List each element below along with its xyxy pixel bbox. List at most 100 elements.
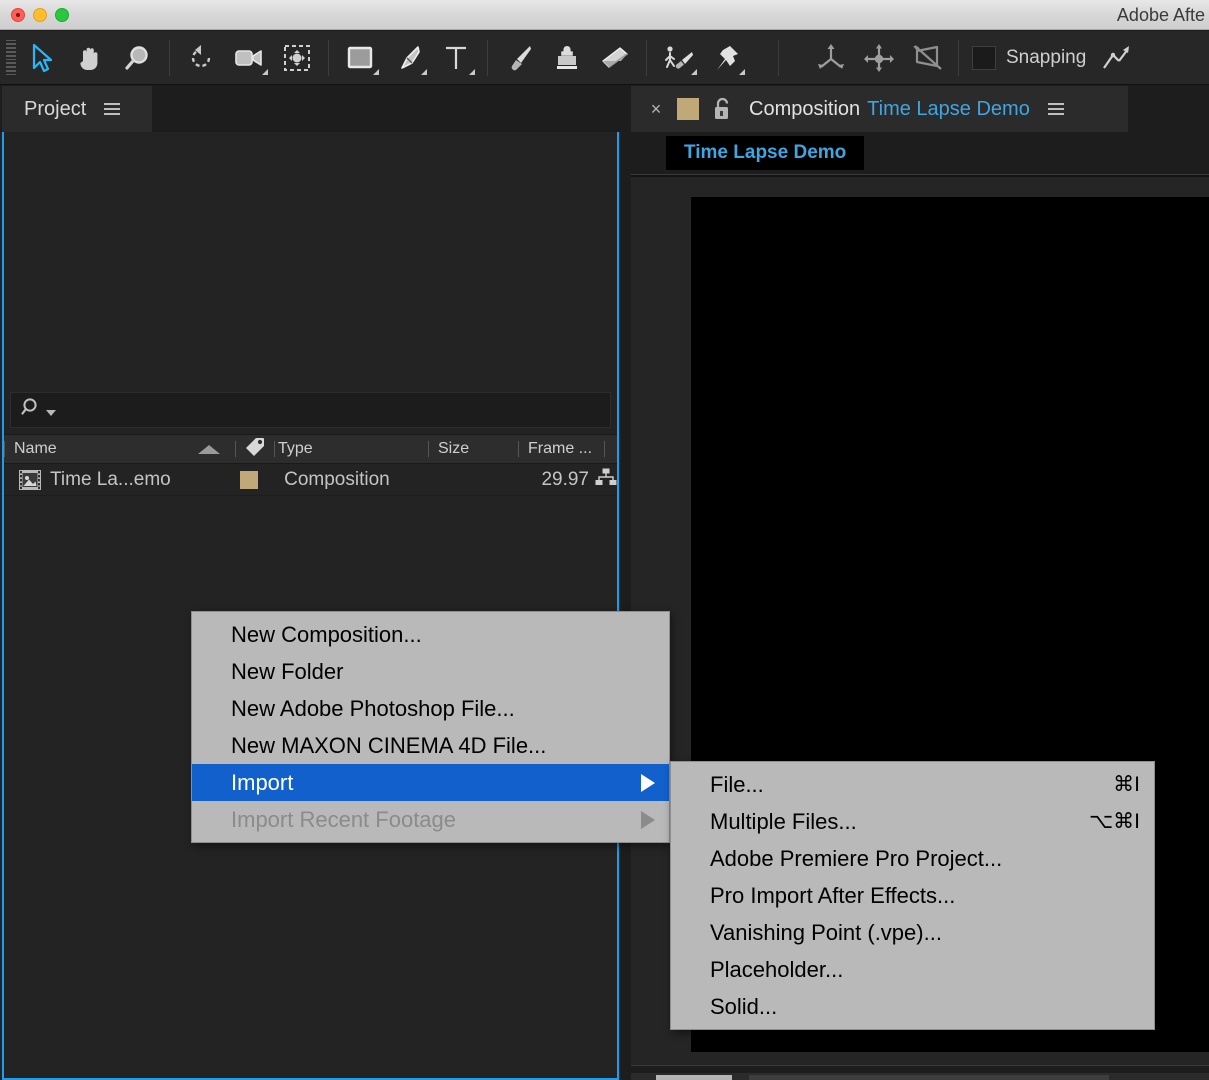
project-item-type: Composition bbox=[284, 468, 390, 490]
menu-item-label: Import Recent Footage bbox=[231, 806, 457, 832]
composition-label-swatch bbox=[677, 98, 699, 120]
magnification-control[interactable] bbox=[656, 1075, 732, 1080]
toolbar-divider bbox=[169, 39, 170, 76]
column-header-frame-rate-label: Frame ... bbox=[528, 440, 593, 457]
project-preview-area bbox=[4, 132, 617, 388]
toolbar-group-roto bbox=[654, 31, 750, 85]
unified-camera-tool[interactable] bbox=[807, 36, 855, 80]
tab-project[interactable]: Project bbox=[2, 86, 152, 132]
eraser-tool[interactable] bbox=[591, 36, 639, 80]
menu-item-new-cinema4d-file[interactable]: New MAXON CINEMA 4D File... bbox=[192, 727, 669, 764]
tool-flyout-corner-icon bbox=[691, 68, 697, 75]
breadcrumb[interactable]: Time Lapse Demo bbox=[666, 136, 865, 170]
submenu-arrow-icon bbox=[641, 773, 655, 792]
toolbar-divider bbox=[958, 39, 959, 76]
menu-item-new-composition[interactable]: New Composition... bbox=[192, 616, 669, 653]
sort-ascending-icon[interactable] bbox=[198, 444, 220, 454]
panel-menu-icon[interactable] bbox=[104, 103, 121, 115]
pen-tool[interactable] bbox=[384, 36, 432, 80]
project-item-frame-rate-value: 29.97 bbox=[541, 468, 589, 490]
menu-item-new-folder[interactable]: New Folder bbox=[192, 653, 669, 690]
column-header-type[interactable]: Type bbox=[278, 434, 428, 464]
menu-item-new-photoshop-file[interactable]: New Adobe Photoshop File... bbox=[192, 690, 669, 727]
window-titlebar: Adobe Afte bbox=[0, 0, 1209, 30]
toolbar-group-paint bbox=[495, 31, 639, 85]
project-item-row[interactable]: Time La...emo Composition 29.97 bbox=[4, 464, 617, 496]
menu-item-label: Pro Import After Effects... bbox=[710, 882, 956, 908]
puppet-pin-tool[interactable] bbox=[702, 36, 750, 80]
snap-magnet-icon[interactable] bbox=[1092, 36, 1140, 80]
menu-item-label: Import bbox=[231, 769, 294, 795]
toolbar-group-camera3d bbox=[807, 31, 951, 85]
toolbar-group-transform bbox=[177, 31, 321, 85]
composition-footer-toolbar bbox=[631, 1065, 1209, 1080]
column-header-size[interactable]: Size bbox=[428, 434, 518, 464]
type-tool[interactable] bbox=[432, 36, 480, 80]
menu-item-pro-import-after-effects[interactable]: Pro Import After Effects... bbox=[671, 877, 1154, 914]
menu-item-label: Placeholder... bbox=[710, 956, 844, 982]
column-header-name[interactable]: Name bbox=[4, 434, 232, 464]
composition-tab-title: Composition Time Lapse Demo bbox=[749, 98, 1030, 121]
pan-behind-tool[interactable] bbox=[273, 36, 321, 80]
composition-tabbar: × Composition Time Lapse Demo bbox=[631, 86, 1209, 132]
snapping-checkbox[interactable] bbox=[972, 45, 996, 70]
project-context-menu: New Composition... New Folder New Adobe … bbox=[191, 611, 670, 843]
menu-item-label: Vanishing Point (.vpe)... bbox=[710, 919, 942, 945]
project-item-frame-rate: 29.97 bbox=[522, 468, 617, 492]
toolbar-group-navigation bbox=[18, 31, 162, 85]
project-item-label-swatch[interactable] bbox=[240, 470, 259, 489]
panel-menu-icon[interactable] bbox=[1047, 103, 1064, 115]
close-icon[interactable]: × bbox=[649, 100, 663, 118]
selection-tool[interactable] bbox=[18, 36, 66, 80]
tab-project-label: Project bbox=[24, 97, 87, 120]
search-input[interactable] bbox=[10, 392, 611, 428]
menu-item-label: Multiple Files... bbox=[710, 808, 857, 834]
menu-item-import-recent-footage: Import Recent Footage bbox=[192, 801, 669, 838]
minimize-button[interactable] bbox=[33, 7, 47, 22]
menu-item-solid[interactable]: Solid... bbox=[671, 988, 1154, 1025]
track-camera-tool[interactable] bbox=[903, 36, 951, 80]
import-submenu: File... ⌘I Multiple Files... ⌥⌘I Adobe P… bbox=[670, 761, 1155, 1030]
toolbar-divider bbox=[646, 39, 647, 76]
tool-flyout-corner-icon bbox=[373, 68, 379, 75]
close-button[interactable] bbox=[11, 7, 25, 22]
roto-brush-tool[interactable] bbox=[654, 36, 702, 80]
comp-flowchart-icon[interactable] bbox=[595, 468, 617, 492]
menu-item-label: New MAXON CINEMA 4D File... bbox=[231, 732, 547, 758]
clone-stamp-tool[interactable] bbox=[543, 36, 591, 80]
tools-toolbar: Snapping bbox=[0, 31, 1209, 85]
composition-breadcrumb-bar: Time Lapse Demo bbox=[631, 132, 1209, 174]
camera-tool[interactable] bbox=[225, 36, 273, 80]
chevron-down-icon[interactable] bbox=[46, 410, 56, 416]
menu-item-label: New Folder bbox=[231, 658, 344, 684]
menu-item-import[interactable]: Import bbox=[192, 764, 669, 801]
composition-tab-type-label: Composition bbox=[749, 97, 861, 120]
menu-item-label: Solid... bbox=[710, 993, 778, 1019]
composition-tab-name: Time Lapse Demo bbox=[867, 97, 1030, 120]
zoom-button[interactable] bbox=[55, 7, 69, 22]
zoom-tool[interactable] bbox=[114, 36, 162, 80]
column-header-label-tag[interactable] bbox=[232, 434, 278, 464]
menu-item-label: Adobe Premiere Pro Project... bbox=[710, 845, 1003, 871]
column-header-frame-rate[interactable]: Frame ... bbox=[518, 434, 616, 464]
tool-flyout-corner-icon bbox=[469, 68, 475, 75]
hand-tool[interactable] bbox=[66, 36, 114, 80]
tab-composition[interactable]: × Composition Time Lapse Demo bbox=[631, 86, 1128, 132]
footer-control-group[interactable] bbox=[749, 1075, 1109, 1080]
menu-item-import-file[interactable]: File... ⌘I bbox=[671, 766, 1154, 803]
menu-item-vanishing-point[interactable]: Vanishing Point (.vpe)... bbox=[671, 914, 1154, 951]
toolbar-divider bbox=[778, 39, 779, 76]
traffic-light-buttons bbox=[11, 7, 69, 22]
toolbar-divider bbox=[328, 39, 329, 76]
menu-item-import-multiple-files[interactable]: Multiple Files... ⌥⌘I bbox=[671, 803, 1154, 840]
window-title: Adobe Afte bbox=[1116, 5, 1205, 25]
project-panel-body: Name Type Size Frame ... Time La...emo C… bbox=[2, 132, 619, 1080]
menu-item-placeholder[interactable]: Placeholder... bbox=[671, 951, 1154, 988]
rotation-tool[interactable] bbox=[177, 36, 225, 80]
brush-tool[interactable] bbox=[495, 36, 543, 80]
menu-item-import-premiere-project[interactable]: Adobe Premiere Pro Project... bbox=[671, 840, 1154, 877]
unlocked-padlock-icon[interactable] bbox=[713, 97, 733, 121]
toolbar-drag-handle[interactable] bbox=[4, 39, 18, 76]
orbit-camera-tool[interactable] bbox=[855, 36, 903, 80]
shape-tool[interactable] bbox=[336, 36, 384, 80]
